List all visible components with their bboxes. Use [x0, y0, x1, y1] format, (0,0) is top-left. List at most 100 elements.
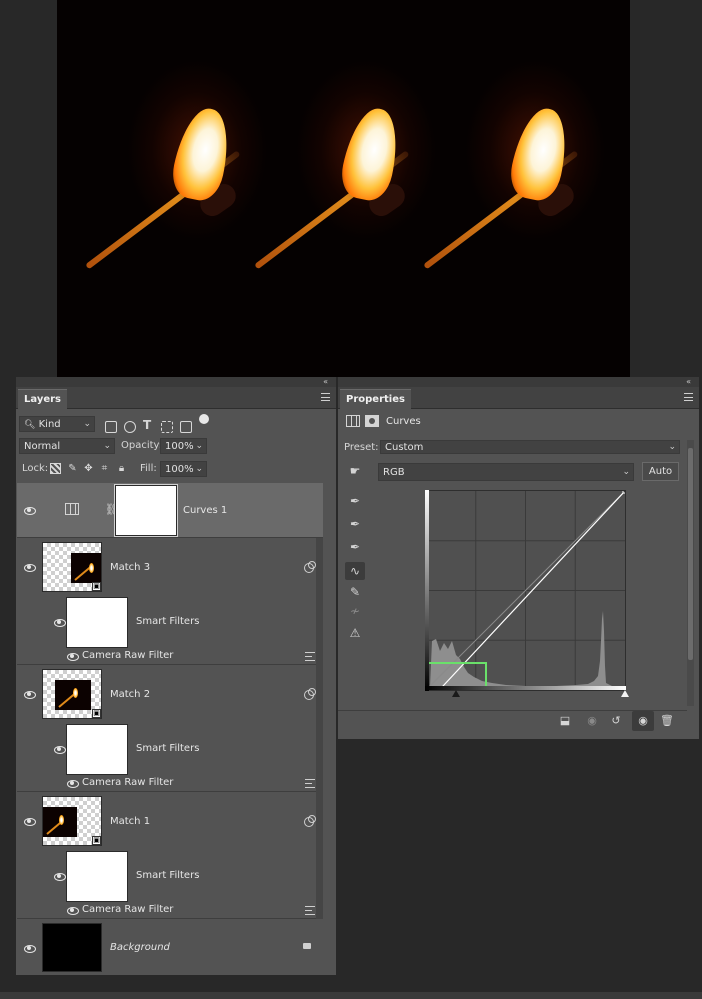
collapse-panel-icon[interactable]: «: [323, 377, 328, 387]
filter-visibility-eye-icon[interactable]: [65, 906, 79, 915]
adjustment-title: Curves: [386, 416, 421, 427]
fill-field[interactable]: 100% ⌄: [160, 461, 207, 477]
lock-position-icon[interactable]: ✥: [83, 463, 94, 474]
lock-image-pixels-icon[interactable]: ✎: [67, 463, 78, 474]
filter-name[interactable]: Camera Raw Filter: [82, 650, 173, 661]
filter-visibility-eye-icon[interactable]: [65, 652, 79, 661]
blend-mode-select[interactable]: Normal ⌄: [19, 438, 115, 454]
opacity-field[interactable]: 100% ⌄: [160, 438, 207, 454]
chevron-down-icon: ⌄: [83, 419, 91, 429]
document-canvas-area[interactable]: [0, 0, 702, 377]
smart-filters-visibility-icon[interactable]: [52, 872, 66, 881]
smart-filter-mask-thumbnail[interactable]: [66, 724, 128, 775]
visibility-eye-icon[interactable]: [22, 506, 36, 515]
layers-panel-header-strip[interactable]: «: [16, 377, 336, 387]
collapse-panel-icon[interactable]: «: [686, 377, 691, 387]
smart-filter-effects-icon[interactable]: [304, 561, 316, 573]
smart-filters-label[interactable]: Smart Filters: [136, 743, 199, 754]
lock-artboard-icon[interactable]: ⌗: [99, 463, 110, 474]
curve-control-point[interactable]: [622, 488, 628, 494]
smart-filter-mask-thumbnail[interactable]: [66, 851, 128, 902]
filter-type-layers-icon[interactable]: T: [143, 418, 151, 432]
black-point-eyedropper-icon[interactable]: ✒: [345, 492, 365, 510]
visibility-eye-icon[interactable]: [22, 690, 36, 699]
clipping-warning-icon[interactable]: ⚠︎: [345, 624, 365, 642]
smart-filter-effects-icon[interactable]: [304, 815, 316, 827]
view-previous-state-icon[interactable]: ◉: [585, 714, 599, 728]
curves-adjustment-icon: [65, 503, 79, 515]
channel-select[interactable]: RGB ⌄: [378, 463, 634, 481]
layer-mask-thumbnail[interactable]: [114, 484, 178, 537]
filter-adjustment-layers-icon[interactable]: [124, 421, 136, 433]
visibility-eye-icon[interactable]: [22, 944, 36, 953]
tab-layers[interactable]: Layers: [18, 389, 67, 409]
reset-adjustment-icon[interactable]: ↺: [609, 714, 623, 728]
smart-filters-label[interactable]: Smart Filters: [136, 616, 199, 627]
targeted-adjustment-hand-icon[interactable]: ☛: [345, 462, 365, 480]
layer-group-match-2: ▣ Match 2 ∧ Smart Filters Camera Raw Fil…: [17, 665, 323, 792]
filter-name[interactable]: Camera Raw Filter: [82, 777, 173, 788]
layer-row-background[interactable]: Background: [17, 919, 323, 975]
layer-name[interactable]: Match 2: [110, 689, 150, 700]
tab-properties[interactable]: Properties: [340, 389, 411, 409]
filter-visibility-eye-icon[interactable]: [65, 779, 79, 788]
lock-icon[interactable]: [303, 943, 311, 949]
burning-match-middle: [226, 0, 436, 377]
burning-match-right: [395, 0, 605, 377]
layer-group-match-1: ▣ Match 1 ∧ Smart Filters Camera Raw Fil…: [17, 792, 323, 919]
white-point-slider[interactable]: [621, 690, 629, 697]
visibility-eye-icon[interactable]: [22, 817, 36, 826]
layer-mask-icon[interactable]: [365, 415, 379, 427]
filter-smart-objects-icon[interactable]: [180, 421, 192, 433]
layer-thumbnail[interactable]: [42, 923, 102, 972]
curve-points-tool-icon[interactable]: ∿: [345, 562, 365, 580]
filter-blending-options-icon[interactable]: [305, 779, 315, 788]
properties-scrollbar-thumb[interactable]: [688, 448, 693, 660]
layer-thumbnail[interactable]: ▣: [42, 796, 102, 846]
bottom-status-strip: [0, 992, 702, 999]
filter-pixel-layers-icon[interactable]: [105, 421, 117, 433]
layer-row-curves-1[interactable]: ⛓︎ Curves 1: [17, 483, 323, 538]
smart-object-badge-icon: ▣: [92, 709, 101, 718]
white-point-eyedropper-icon[interactable]: ✒: [345, 538, 365, 556]
curves-adjustment-icon[interactable]: [346, 415, 360, 427]
smart-filter-effects-icon[interactable]: [304, 688, 316, 700]
preset-value: Custom: [385, 442, 424, 453]
visibility-eye-icon[interactable]: [22, 563, 36, 572]
filter-toggle-icon[interactable]: [199, 414, 209, 424]
preset-select[interactable]: Custom ⌄: [380, 440, 680, 454]
layer-name[interactable]: Match 1: [110, 816, 150, 827]
pencil-draw-curve-icon[interactable]: ✎: [345, 583, 365, 601]
toggle-layer-visibility-eye-icon[interactable]: ◉: [632, 711, 654, 731]
filter-blending-options-icon[interactable]: [305, 906, 315, 915]
filter-shape-layers-icon[interactable]: [161, 421, 173, 433]
curves-graph-svg[interactable]: [419, 488, 628, 694]
layer-row-scroll-strip: [316, 665, 323, 792]
document-image[interactable]: [57, 0, 630, 377]
smart-filters-visibility-icon[interactable]: [52, 745, 66, 754]
filter-name[interactable]: Camera Raw Filter: [82, 904, 173, 915]
smooth-curve-icon[interactable]: ≁: [345, 602, 365, 620]
properties-scrollbar-track[interactable]: [687, 440, 694, 706]
smart-filters-label[interactable]: Smart Filters: [136, 870, 199, 881]
gray-point-eyedropper-icon[interactable]: ✒: [345, 515, 365, 533]
layer-name[interactable]: Background: [110, 942, 170, 953]
curves-graph[interactable]: [419, 488, 628, 694]
smart-filters-visibility-icon[interactable]: [52, 618, 66, 627]
smart-filter-mask-thumbnail[interactable]: [66, 597, 128, 648]
layer-thumbnail[interactable]: ▣: [42, 542, 102, 592]
delete-trash-icon[interactable]: 🗑︎: [660, 714, 674, 728]
lock-transparent-pixels-icon[interactable]: [50, 463, 61, 474]
layer-name[interactable]: Curves 1: [183, 505, 227, 516]
properties-panel-header-strip[interactable]: «: [338, 377, 699, 387]
filter-blending-options-icon[interactable]: [305, 652, 315, 661]
panel-menu-icon[interactable]: [684, 393, 693, 401]
clip-to-layer-icon[interactable]: ⬓: [558, 714, 572, 728]
lock-all-icon[interactable]: 🔒︎: [116, 463, 127, 474]
panel-menu-icon[interactable]: [321, 393, 330, 401]
layer-thumbnail[interactable]: ▣: [42, 669, 102, 719]
black-point-slider[interactable]: [452, 690, 460, 697]
auto-button[interactable]: Auto: [642, 462, 679, 481]
layer-name[interactable]: Match 3: [110, 562, 150, 573]
filter-kind-select[interactable]: 🔍︎ Kind ⌄: [19, 416, 95, 432]
